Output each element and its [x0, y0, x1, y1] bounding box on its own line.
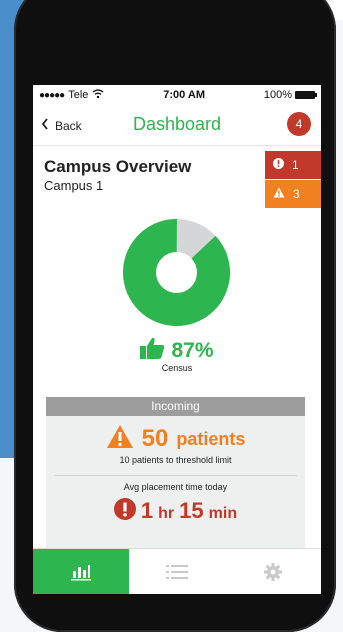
census-value: 87% — [171, 339, 214, 362]
avg-placement-label: Avg placement time today — [123, 482, 228, 492]
critical-alert-count: 1 — [292, 158, 299, 172]
avg-minutes-value: 15 — [179, 498, 204, 523]
threshold-note: 10 patients to threshold limit — [119, 455, 232, 465]
bar-chart-icon — [70, 563, 92, 581]
tab-chart[interactable] — [33, 549, 129, 594]
patients-count: 50 — [141, 425, 169, 452]
carrier-label: Tele — [68, 89, 89, 101]
patients-unit: patients — [176, 428, 246, 449]
exclamation-circle-icon — [113, 498, 136, 525]
page-title: Dashboard — [132, 114, 222, 134]
wifi-icon — [92, 88, 104, 102]
campus-overview-header: Campus Overview Campus 1 1 3 — [33, 146, 321, 210]
signal-icon: ●●●●● — [39, 89, 65, 101]
tab-settings[interactable] — [225, 549, 321, 594]
clock-label: 7:00 AM — [163, 89, 206, 101]
notification-badge[interactable]: 4 — [287, 112, 311, 136]
incoming-header: Incoming — [46, 397, 305, 416]
tab-bar — [33, 548, 321, 594]
avg-minutes-unit: min — [208, 505, 238, 522]
thumbs-up-icon — [140, 337, 165, 365]
avg-hours-value: 1 — [140, 498, 154, 523]
avg-placement-time: 1 hr 15 min — [46, 498, 305, 525]
incoming-card: Incoming 50 patients 10 patients to thre… — [46, 397, 305, 552]
battery-percent: 100% — [263, 89, 292, 101]
warning-triangle-icon — [106, 424, 134, 454]
avg-hours-unit: hr — [158, 505, 175, 522]
status-bar: ●●●●● Tele 7:00 AM 100% — [33, 85, 321, 105]
phone-screen: ●●●●● Tele 7:00 AM 100% Back Dashboard 4… — [33, 85, 321, 594]
list-icon — [166, 564, 188, 580]
campus-name: Campus 1 — [44, 178, 104, 193]
warning-triangle-icon — [273, 187, 285, 201]
warning-alert-button[interactable]: 3 — [265, 180, 321, 208]
divider — [54, 475, 297, 476]
critical-alert-button[interactable]: 1 — [265, 151, 321, 179]
battery-icon — [295, 91, 317, 99]
census-donut-chart — [123, 219, 230, 326]
exclamation-circle-icon — [273, 158, 284, 172]
warning-alert-count: 3 — [293, 187, 300, 201]
campus-overview-title: Campus Overview — [44, 157, 192, 176]
gear-icon — [264, 563, 282, 581]
census-percentage: 87% — [33, 337, 321, 365]
navigation-bar: Back Dashboard 4 — [33, 105, 321, 146]
census-label: Census — [161, 363, 193, 373]
tab-list[interactable] — [129, 549, 225, 594]
incoming-patients: 50 patients — [46, 424, 305, 454]
